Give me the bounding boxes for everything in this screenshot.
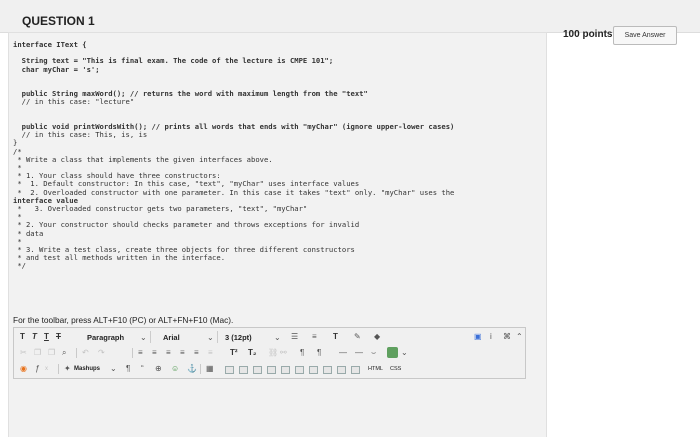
code-line: } xyxy=(13,138,18,148)
collapse-icon[interactable]: ⌃ xyxy=(516,330,523,344)
cut-icon[interactable]: ✂ xyxy=(20,346,27,360)
font-size-select[interactable]: 3 (12pt) ⌄ xyxy=(222,331,284,343)
text-color-icon[interactable]: T xyxy=(333,330,338,344)
unlink-icon[interactable]: ⚯ xyxy=(280,346,287,360)
toolbar-divider xyxy=(76,348,77,358)
paragraph-ltr-icon[interactable]: ¶ xyxy=(300,346,304,360)
table-cell-icon[interactable] xyxy=(323,366,332,374)
strikethrough-text-button[interactable]: T xyxy=(56,330,61,344)
copy-icon[interactable]: ❐ xyxy=(34,346,41,360)
toolbar-row-3: ◉ ƒ x ✦ Mashups ⌄ ¶ “ ⊕ ☺ ⚓ ▦ HTML CSS xyxy=(14,362,525,376)
paragraph-rtl-icon[interactable]: ¶ xyxy=(317,346,321,360)
chevron-down-icon: ⌄ xyxy=(140,333,147,342)
code-line: * and test all methods written in the in… xyxy=(13,253,226,263)
paragraph-select[interactable]: Paragraph ⌄ xyxy=(70,331,151,343)
points-label: 100 points xyxy=(563,29,613,40)
horizontal-line-icon[interactable]: — xyxy=(339,346,347,360)
table-delete-row-icon[interactable] xyxy=(239,366,248,374)
underline-text-button[interactable]: T xyxy=(44,330,49,344)
horizontal-rule-icon[interactable]: — xyxy=(355,346,363,360)
table-icon[interactable]: ▦ xyxy=(206,362,214,376)
table-delete-icon[interactable] xyxy=(351,366,360,374)
align-left-icon[interactable]: ≡ xyxy=(138,346,143,360)
code-line: */ xyxy=(13,261,26,271)
question-title: QUESTION 1 xyxy=(22,14,95,28)
code-line: * Write a class that implements the give… xyxy=(13,154,273,164)
math-formula-icon[interactable]: ƒ xyxy=(35,362,39,376)
record-icon[interactable]: ◉ xyxy=(20,362,27,376)
code-line: // in this case: "lecture" xyxy=(13,97,135,107)
clear-format-icon[interactable]: ◆ xyxy=(374,330,380,344)
font-size-select-label: 3 (12pt) xyxy=(225,333,252,342)
code-line: * data xyxy=(13,228,44,238)
question-code: interface IText { String text = "This is… xyxy=(13,40,455,271)
css-button[interactable]: CSS xyxy=(390,362,401,376)
insert-media-icon[interactable]: ⊕ xyxy=(155,362,162,376)
find-icon[interactable]: ⌕ xyxy=(62,346,66,360)
toolbar-row-2: ✂ ❐ ❐ ⌕ ↶ ↷ ≡ ≡ ≡ ≡ ≡ ≡ T² T₂ ⛓ ⚯ ¶ ¶ — … xyxy=(14,346,525,360)
html-source-button[interactable]: HTML xyxy=(368,362,383,376)
toolbar-row-1: T T T T Paragraph ⌄ Arial ⌄ 3 (12pt) ⌄ ☰… xyxy=(14,330,525,344)
undo-icon[interactable]: ↶ xyxy=(82,346,89,360)
table-merge-icon[interactable] xyxy=(281,366,290,374)
indent-icon[interactable]: ≡ xyxy=(194,346,199,360)
font-select[interactable]: Arial ⌄ xyxy=(154,331,218,343)
chevron-down-icon: ⌄ xyxy=(274,333,281,342)
table-props-icon[interactable] xyxy=(309,366,318,374)
emoji-icon[interactable]: ☺ xyxy=(171,362,179,376)
table-split-icon[interactable] xyxy=(295,366,304,374)
toolbar-instruction: For the toolbar, press ALT+F10 (PC) or A… xyxy=(13,315,234,325)
quote-icon[interactable]: “ xyxy=(141,362,144,376)
table-row-props-icon[interactable] xyxy=(337,366,346,374)
link-icon[interactable]: ⛓ xyxy=(268,346,278,360)
preview-icon[interactable]: ▣ xyxy=(474,330,482,344)
mashups-icon[interactable]: ✦ xyxy=(64,362,71,376)
code-line: char myChar = 's'; xyxy=(13,64,100,74)
special-char-icon[interactable]: ⌣ xyxy=(371,346,376,360)
bold-text-button[interactable]: T xyxy=(20,330,25,344)
chevron-down-icon: ⌄ xyxy=(207,333,214,342)
question-panel: interface IText { String text = "This is… xyxy=(8,32,547,437)
superscript-icon[interactable]: T² xyxy=(230,346,238,360)
spellcheck-icon[interactable] xyxy=(387,347,398,358)
chevron-down-icon: ⌄ xyxy=(110,364,117,373)
paste-icon[interactable]: ❐ xyxy=(48,346,55,360)
align-right-icon[interactable]: ≡ xyxy=(166,346,171,360)
info-icon[interactable]: i xyxy=(490,330,492,344)
toolbar-divider xyxy=(58,364,59,374)
outdent-icon[interactable]: ≡ xyxy=(208,346,213,360)
code-line: interface IText { xyxy=(13,40,87,49)
rich-text-editor[interactable]: T T T T Paragraph ⌄ Arial ⌄ 3 (12pt) ⌄ ☰… xyxy=(13,327,526,379)
redo-icon[interactable]: ↷ xyxy=(98,346,105,360)
table-insert-col-icon[interactable] xyxy=(253,366,262,374)
table-insert-row-icon[interactable] xyxy=(225,366,234,374)
code-line: * 2. Your constructor should checks para… xyxy=(13,220,360,230)
code-line: * 3. Overloaded constructor gets two par… xyxy=(13,204,308,214)
code-line: * 2. Overloaded constructor with one par… xyxy=(13,187,455,197)
align-justify-icon[interactable]: ≡ xyxy=(180,346,185,360)
mashups-select-label[interactable]: Mashups xyxy=(74,362,100,376)
math-formula-subscript: x xyxy=(45,366,48,372)
italic-text-button[interactable]: T xyxy=(32,330,37,344)
subscript-icon[interactable]: T₂ xyxy=(248,346,256,360)
toolbar-divider xyxy=(132,348,133,358)
highlight-pen-icon[interactable]: ✎ xyxy=(354,330,361,344)
code-line: // in this case: This, is, is xyxy=(13,130,148,140)
align-center-icon[interactable]: ≡ xyxy=(152,346,157,360)
save-answer-button[interactable]: Save Answer xyxy=(613,26,677,45)
chevron-down-icon[interactable]: ⌄ xyxy=(401,346,408,360)
numbered-list-icon[interactable]: ≡ xyxy=(312,330,317,344)
paragraph-mark-icon[interactable]: ¶ xyxy=(126,362,130,376)
toolbar-divider xyxy=(200,364,201,374)
anchor-icon[interactable]: ⚓ xyxy=(187,362,197,376)
paragraph-select-label: Paragraph xyxy=(87,333,125,342)
table-delete-col-icon[interactable] xyxy=(267,366,276,374)
bullet-list-icon[interactable]: ☰ xyxy=(291,330,298,344)
fullscreen-icon[interactable]: ⌘ xyxy=(503,330,511,344)
font-select-label: Arial xyxy=(163,333,180,342)
